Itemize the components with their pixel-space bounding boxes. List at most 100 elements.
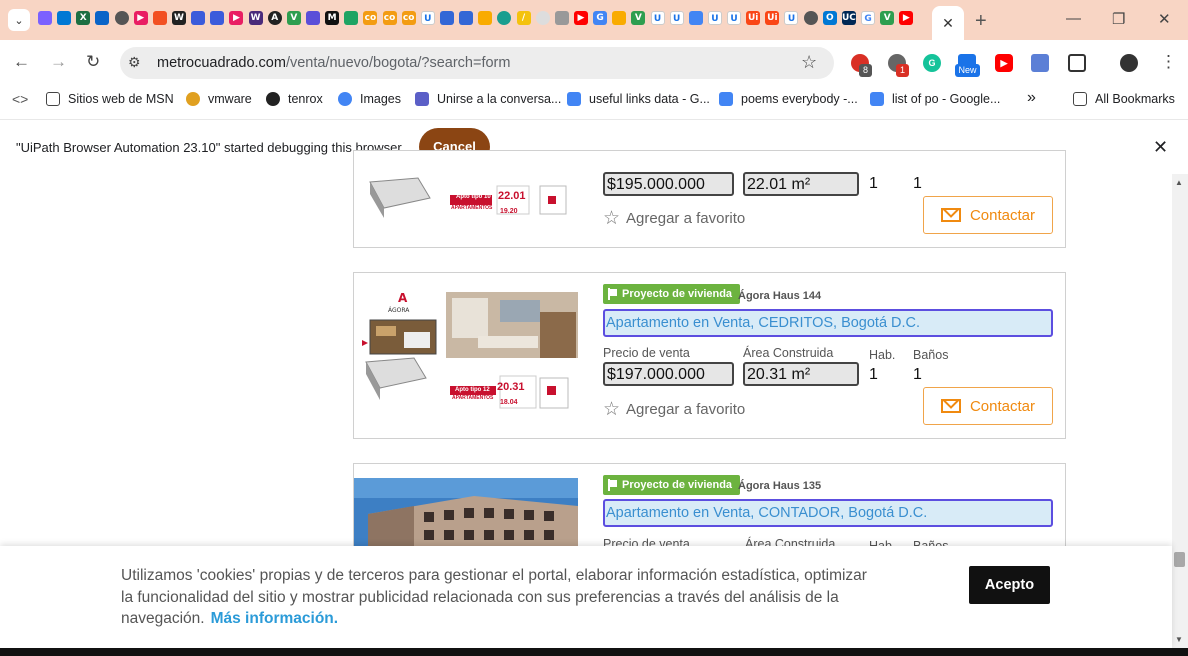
bookmark-vmware[interactable]: vmware (186, 92, 252, 106)
bookmark-poems[interactable]: poems everybody -... (719, 92, 858, 106)
bookmark-teams[interactable]: Unirse a la conversa... (415, 92, 561, 106)
tv2-tab-icon[interactable]: V (631, 11, 646, 25)
active-tab[interactable]: ✕ (932, 6, 964, 40)
bookmark-useful-links[interactable]: useful links data - G... (567, 92, 710, 106)
add-favorite-link[interactable]: ☆ Agregar a favorito (603, 398, 745, 421)
graduation2-tab-icon[interactable] (210, 11, 225, 25)
copilot-tab-icon[interactable] (38, 11, 52, 25)
uipath-tab-icon[interactable]: Ui (746, 11, 761, 25)
u6-tab-icon[interactable]: U (784, 11, 799, 25)
more-info-link[interactable]: Más información. (211, 610, 338, 627)
table-tab-icon[interactable] (439, 11, 454, 25)
microsoft-tab-icon[interactable] (152, 11, 167, 25)
youtube-tab-icon[interactable]: ▶ (573, 11, 588, 25)
outlook-tab-icon[interactable]: O (822, 11, 837, 25)
close-window-button[interactable]: ✕ (1158, 10, 1171, 28)
youtube2-tab-icon[interactable]: ▶ (899, 11, 914, 25)
bookmarks-overflow-button[interactable]: » (1027, 89, 1036, 107)
extension-blue-icon[interactable] (1031, 54, 1049, 72)
close-tab-icon[interactable]: ✕ (942, 15, 954, 32)
site-info-icon[interactable]: ⚙ (128, 54, 141, 71)
scroll-up-arrow-icon[interactable]: ▲ (1175, 178, 1183, 187)
url-host: metrocuadrado.com (157, 55, 286, 71)
bookmark-msn[interactable]: Sitios web de MSN (46, 92, 174, 106)
w-tab-icon[interactable]: W (171, 11, 186, 25)
taskbar-edge (0, 648, 1188, 656)
google-tab-icon[interactable]: G (861, 11, 876, 25)
table2-tab-icon[interactable] (459, 11, 474, 25)
youtube-extension-icon[interactable]: ▶ (995, 54, 1013, 72)
w2-tab-icon[interactable]: W (248, 11, 263, 25)
cloud-tab-icon[interactable] (95, 11, 110, 25)
pinned-tab-favicons: X ▶ W ▶ W A V M co co co U / ▶ G V U U U… (38, 11, 918, 29)
onedrive-tab-icon[interactable] (57, 11, 72, 25)
minimize-button[interactable]: — (1066, 10, 1081, 27)
co2-tab-icon[interactable]: co (382, 11, 397, 25)
medium-tab-icon[interactable]: M (325, 11, 340, 25)
listing-thumbnail-building[interactable] (354, 478, 578, 546)
loading-tab-icon[interactable] (535, 11, 550, 25)
bookmark-images[interactable]: Images (338, 92, 401, 106)
plan-area: 20.31 (497, 381, 525, 393)
u4-tab-icon[interactable]: U (707, 11, 722, 25)
tv-tab-icon[interactable]: V (286, 11, 301, 25)
bookmark-tenrox[interactable]: tenrox (266, 92, 323, 106)
uipath2-tab-icon[interactable]: Ui (765, 11, 780, 25)
debug-message: "UiPath Browser Automation 23.10" starte… (16, 140, 402, 155)
u3-tab-icon[interactable]: U (669, 11, 684, 25)
close-infobar-icon[interactable]: ✕ (1153, 137, 1168, 158)
all-bookmarks[interactable]: All Bookmarks (1073, 92, 1175, 106)
u5-tab-icon[interactable]: U (727, 11, 742, 25)
docs-tab-icon[interactable] (688, 11, 703, 25)
scroll-down-arrow-icon[interactable]: ▼ (1175, 635, 1183, 644)
menu-kebab-icon[interactable]: ⋮ (1160, 52, 1177, 72)
globe-tab-icon[interactable] (114, 11, 129, 25)
chart-tab-icon[interactable] (305, 11, 320, 25)
excel-tab-icon[interactable]: X (76, 11, 91, 25)
grammarly-icon[interactable]: G (923, 54, 941, 72)
new-tab-button[interactable]: + (975, 10, 987, 33)
globe2-tab-icon[interactable] (803, 11, 818, 25)
reload-icon[interactable]: ↻ (86, 52, 100, 72)
drive-tab-icon[interactable] (344, 11, 359, 25)
back-arrow-icon[interactable]: ← (13, 52, 30, 72)
listing-title-link[interactable]: Apartamento en Venta, CEDRITOS, Bogotá D… (603, 309, 1053, 337)
translate-tab-icon[interactable]: G (593, 11, 608, 25)
page-scrollbar[interactable] (1172, 174, 1188, 648)
code-icon[interactable]: <> (12, 91, 28, 107)
a-tab-icon[interactable]: A (267, 11, 282, 25)
area-label: Área Construida (743, 346, 834, 360)
url-text[interactable]: metrocuadrado.com/venta/nuevo/bogota/?se… (157, 55, 510, 71)
u2-tab-icon[interactable]: U (650, 11, 665, 25)
analytics2-tab-icon[interactable] (612, 11, 627, 25)
listing-title-link[interactable]: Apartamento en Venta, CONTADOR, Bogotá D… (603, 499, 1053, 527)
price-value: $197.000.000 (603, 362, 734, 386)
play-tab-icon[interactable]: ▶ (133, 11, 148, 25)
analytics-tab-icon[interactable] (478, 11, 493, 25)
pencil-tab-icon[interactable]: / (516, 11, 531, 25)
contact-button[interactable]: Contactar (923, 196, 1053, 234)
uc-tab-icon[interactable]: UC (841, 11, 856, 25)
add-favorite-link[interactable]: ☆ Agregar a favorito (603, 207, 745, 230)
restore-button[interactable]: ❐ (1112, 10, 1125, 28)
co-tab-icon[interactable]: co (363, 11, 378, 25)
listing-thumbnail-floorplan[interactable] (362, 176, 578, 226)
play2-tab-icon[interactable]: ▶ (229, 11, 244, 25)
bookmark-list-of-po[interactable]: list of po - Google... (870, 92, 1000, 106)
u-tab-icon[interactable]: U (420, 11, 435, 25)
accept-cookies-button[interactable]: Acepto (969, 566, 1050, 604)
profile-avatar[interactable] (1120, 54, 1138, 72)
scrollbar-thumb[interactable] (1174, 552, 1185, 567)
tab-search-button[interactable]: ⌄ (8, 9, 30, 31)
teal-tab-icon[interactable] (497, 11, 512, 25)
tv3-tab-icon[interactable]: V (880, 11, 895, 25)
doc-tab-icon[interactable] (554, 11, 569, 25)
co3-tab-icon[interactable]: co (401, 11, 416, 25)
flag-icon (609, 289, 617, 296)
forward-arrow-icon[interactable]: → (50, 52, 67, 72)
bookmark-star-icon[interactable]: ☆ (801, 52, 817, 73)
extensions-puzzle-icon[interactable] (1068, 54, 1086, 72)
contact-button[interactable]: Contactar (923, 387, 1053, 425)
rooms-value: 1 (869, 175, 878, 192)
graduation-tab-icon[interactable] (191, 11, 206, 25)
